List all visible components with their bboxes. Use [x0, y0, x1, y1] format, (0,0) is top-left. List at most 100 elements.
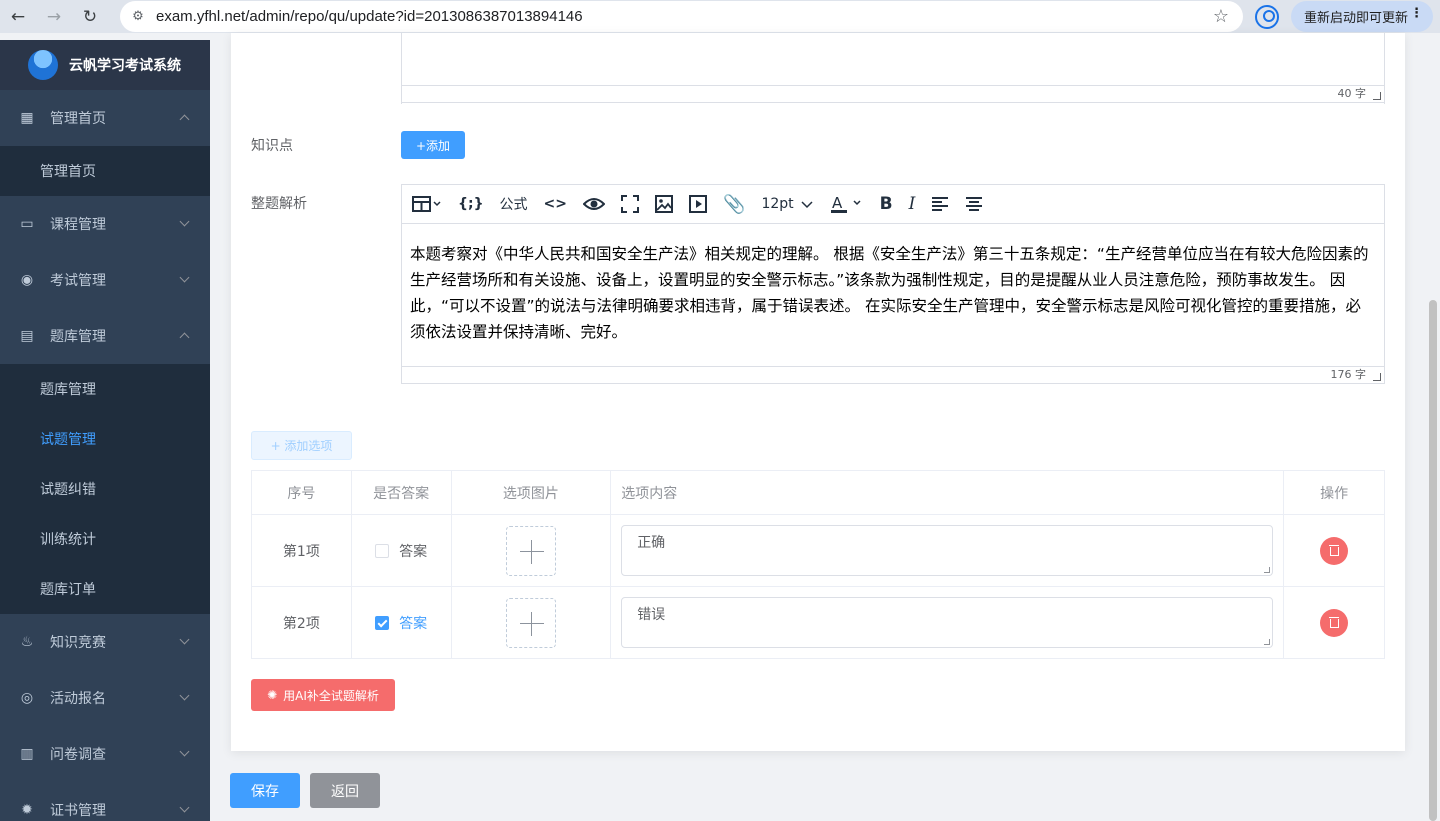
content-cell: 错误	[610, 586, 1285, 659]
answer-cell: 答案	[350, 586, 452, 659]
menu-label: 活动报名	[50, 691, 106, 707]
sub-item-repo[interactable]: 题库管理	[0, 364, 210, 414]
font-size-select[interactable]: 12pt	[761, 185, 813, 224]
resize-handle-icon[interactable]	[1264, 639, 1271, 645]
sub-item-questions[interactable]: 试题管理	[0, 414, 210, 464]
activity-icon: ◎	[20, 690, 34, 706]
image-upload-plus-icon[interactable]	[505, 525, 556, 576]
answer-checkbox-checked[interactable]	[375, 615, 390, 630]
align-center-icon[interactable]	[965, 185, 983, 224]
menu-course[interactable]: ▭ 课程管理	[0, 196, 210, 252]
option-index: 第1项	[251, 514, 352, 587]
menu-label: 问卷调查	[50, 747, 106, 763]
menu-exam[interactable]: ◉ 考试管理	[0, 252, 210, 308]
menu-label: 课程管理	[50, 217, 106, 233]
menu-dots-icon: ⋮	[1410, 6, 1423, 21]
text-color-icon[interactable]: A	[830, 185, 864, 224]
monitor-icon: ▭	[20, 216, 34, 232]
menu-activity[interactable]: ◎ 活动报名	[0, 670, 210, 726]
svg-text:A: A	[832, 194, 843, 212]
resize-handle-icon[interactable]	[1373, 373, 1381, 381]
menu-repo[interactable]: ▤ 题库管理	[0, 308, 210, 364]
question-form-card: 40 字 知识点 +添加 整题解析 {;} 公式 <> 📎 12pt A B I…	[231, 33, 1405, 751]
option-content-input[interactable]: 错误	[621, 597, 1274, 648]
ai-button-label: 用AI补全试题解析	[283, 688, 379, 703]
col-content: 选项内容	[610, 470, 1285, 515]
code-braces-icon[interactable]: {;}	[458, 185, 484, 224]
address-bar[interactable]: ⚙ exam.yfhl.net/admin/repo/qu/update?id=…	[120, 1, 1243, 32]
back-button[interactable]: 返回	[310, 773, 380, 808]
table-header: 序号 是否答案 选项图片 选项内容 操作	[251, 470, 1385, 515]
col-is-answer: 是否答案	[350, 470, 452, 515]
sub-item-corrections[interactable]: 试题纠错	[0, 464, 210, 514]
table-icon[interactable]	[412, 185, 442, 224]
option-content-input[interactable]: 正确	[621, 525, 1274, 576]
align-left-icon[interactable]	[931, 185, 949, 224]
url-text: exam.yfhl.net/admin/repo/qu/update?id=20…	[156, 8, 583, 25]
book-icon: ▥	[20, 746, 34, 762]
formula-button[interactable]: 公式	[500, 185, 528, 224]
fullscreen-icon[interactable]	[621, 185, 640, 224]
resize-handle-icon[interactable]	[1264, 567, 1271, 573]
image-upload-plus-icon[interactable]	[505, 597, 556, 648]
menu-certificate[interactable]: ✹ 证书管理	[0, 782, 210, 821]
ai-complete-analysis-button[interactable]: ✺ 用AI补全试题解析	[251, 679, 395, 711]
word-count: 40 字	[1337, 87, 1367, 100]
delete-icon[interactable]	[1320, 536, 1349, 565]
loading-icon: ✺	[267, 688, 278, 702]
menu-survey[interactable]: ▥ 问卷调查	[0, 726, 210, 782]
browser-toolbar: ← → ↻ ⚙ exam.yfhl.net/admin/repo/qu/upda…	[0, 0, 1440, 33]
preview-eye-icon[interactable]	[583, 185, 606, 224]
delete-icon[interactable]	[1320, 608, 1349, 637]
answer-checkbox[interactable]	[375, 543, 390, 558]
col-actions: 操作	[1283, 470, 1385, 515]
sub-item-dashboard[interactable]: 管理首页	[0, 146, 210, 196]
fire-icon: ♨	[20, 634, 34, 650]
page-scrollbar[interactable]	[1429, 300, 1437, 821]
image-cell	[450, 586, 612, 659]
table-row: 第1项 答案 正确	[251, 514, 1385, 587]
save-button[interactable]: 保存	[230, 773, 300, 808]
chevron-down-icon	[179, 634, 190, 645]
italic-icon[interactable]: I	[909, 185, 916, 224]
document-icon: ▤	[20, 328, 34, 344]
answer-label[interactable]: 答案	[399, 544, 427, 560]
table-row: 第2项 答案 错误	[251, 586, 1385, 659]
dashboard-icon: ▦	[20, 110, 34, 126]
bold-icon[interactable]: B	[880, 185, 893, 224]
video-icon[interactable]	[689, 185, 708, 224]
editor-toolbar: {;} 公式 <> 📎 12pt A B I	[402, 185, 1384, 224]
analysis-content[interactable]: 本题考察对《中华人民共和国安全生产法》相关规定的理解。 根据《安全生产法》第三十…	[402, 224, 1384, 345]
answer-cell: 答案	[350, 514, 452, 587]
menu-label: 考试管理	[50, 273, 106, 289]
sub-item-orders[interactable]: 题库订单	[0, 564, 210, 614]
menu-dashboard[interactable]: ▦ 管理首页	[0, 90, 210, 146]
chevron-down-icon	[179, 272, 190, 283]
resize-handle-icon[interactable]	[1373, 92, 1381, 100]
source-code-icon[interactable]: <>	[544, 185, 567, 224]
image-icon[interactable]	[655, 185, 674, 224]
reload-icon[interactable]: ↻	[72, 0, 108, 33]
actions-cell	[1283, 586, 1385, 659]
app-title: 云帆学习考试系统	[69, 58, 181, 74]
attachment-icon[interactable]: 📎	[723, 185, 745, 224]
menu-label: 管理首页	[50, 111, 106, 127]
menu-contest[interactable]: ♨ 知识竞赛	[0, 614, 210, 670]
sub-item-training-stats[interactable]: 训练统计	[0, 514, 210, 564]
bookmark-star-icon[interactable]: ☆	[1213, 6, 1229, 27]
font-size-value: 12pt	[761, 196, 794, 212]
submenu-repo: 题库管理 试题管理 试题纠错 训练统计 题库订单	[0, 364, 210, 614]
actions-cell	[1283, 514, 1385, 587]
analysis-editor: {;} 公式 <> 📎 12pt A B I 本题考察对《中华人民共和国安全生产…	[401, 184, 1385, 367]
options-table: 序号 是否答案 选项图片 选项内容 操作 第1项 答案 正确 第2项 答案 错误	[251, 470, 1385, 659]
add-knowledge-button[interactable]: +添加	[401, 131, 465, 159]
site-settings-icon[interactable]: ⚙	[120, 9, 156, 24]
chevron-up-icon	[179, 114, 190, 125]
menu-label: 证书管理	[50, 803, 106, 819]
forward-icon[interactable]: →	[36, 0, 72, 33]
add-option-button[interactable]: + 添加选项	[251, 431, 352, 460]
profile-icon[interactable]	[1255, 5, 1279, 29]
answer-label[interactable]: 答案	[399, 616, 427, 632]
update-button[interactable]: 重新启动即可更新 ⋮	[1291, 1, 1433, 32]
back-icon[interactable]: ←	[0, 0, 36, 33]
